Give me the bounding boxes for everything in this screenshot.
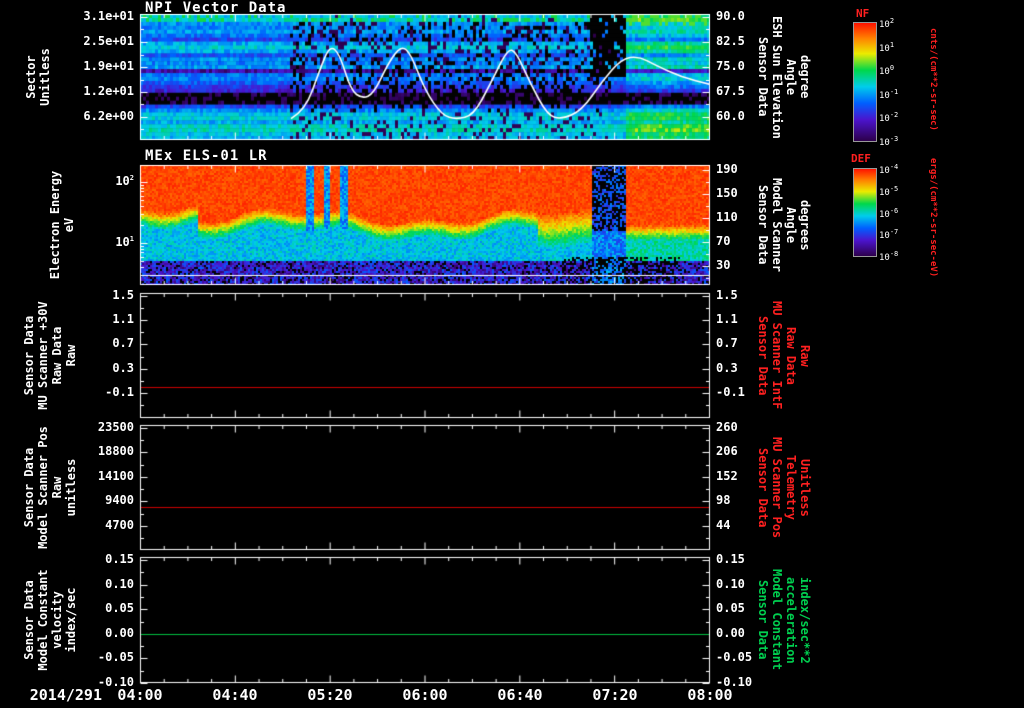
- y-axis-label: Sector Unitless: [24, 48, 52, 106]
- y2-axis-label: Sensor Data ESH Sun Elevation Angle degree: [756, 15, 812, 139]
- y2-tick-label: 0.3: [716, 361, 738, 375]
- y2-tick-label: 98: [716, 493, 731, 507]
- y-tick-label: 0.10: [105, 576, 134, 591]
- y2-axis-label: Sensor Data Model Constant acceleration ind…: [756, 569, 812, 671]
- y2-tick-label: 67.5: [716, 83, 745, 98]
- y-axis-label: Sensor Data MU Scanner +30V Raw Data Raw: [22, 301, 78, 410]
- y2-tick-label: 0.7: [716, 336, 738, 350]
- y2-tick-label: 82.5: [716, 33, 745, 48]
- y-tick-label: 14100: [97, 469, 134, 483]
- y-tick-label: 23500: [97, 420, 134, 434]
- y2-tick-label: 150: [716, 186, 738, 201]
- colorbar-tick-label: 101: [879, 40, 895, 54]
- colorbar-tick-label: 102: [879, 17, 895, 30]
- y2-tick-label: 0.00: [716, 625, 745, 640]
- x-tick-label: 06:00: [402, 686, 448, 704]
- colorbar-tick-label: 10-5: [879, 184, 899, 198]
- y-axis-label: Sensor Data Model Scanner Pos Raw unitless: [22, 426, 78, 549]
- y2-tick-label: 0.10: [716, 576, 745, 591]
- y-tick-label: 1.5: [112, 288, 134, 302]
- y2-tick-label: 0.15: [716, 552, 745, 567]
- y-tick-label: 0.7: [112, 336, 134, 350]
- colorbar-nf-units: cnts/(cm**2-sr-sec): [928, 28, 938, 131]
- colorbar-def: [853, 168, 877, 257]
- y2-tick-label: 90.0: [716, 9, 745, 24]
- y2-tick-label: 0.05: [716, 601, 745, 616]
- y2-tick-label: -0.05: [716, 650, 753, 665]
- y-tick-label: 0.00: [105, 625, 134, 640]
- colorbar-tick-label: 100: [879, 64, 895, 78]
- colorbar-def-title: DEF: [851, 152, 871, 165]
- y-axis-label: Sensor Data Model Constant velocity index/s…: [22, 569, 78, 671]
- y-tick-label: 1.9e+01: [83, 59, 134, 74]
- y2-tick-label: 75.0: [716, 59, 745, 74]
- colorbar-tick-label: 10-1: [879, 87, 899, 101]
- y-tick-label: 3.1e+01: [83, 9, 134, 24]
- y-tick-label: 1.1: [112, 312, 134, 326]
- colorbar-tick-label: 10-4: [879, 163, 899, 176]
- y-tick-label: 0.3: [112, 361, 134, 375]
- y-axis-label: Electron Energy eV: [48, 170, 76, 280]
- colorbar-tick-label: 10-7: [879, 228, 899, 242]
- y-tick-label: 0.05: [105, 601, 134, 616]
- y2-tick-label: 206: [716, 444, 738, 458]
- y2-tick-label: 260: [716, 420, 738, 434]
- x-tick-label: 04:40: [212, 686, 258, 704]
- y-tick-label: 6.2e+00: [83, 108, 134, 123]
- y2-tick-label: 30: [716, 258, 731, 273]
- y2-tick-label: 70: [716, 234, 731, 249]
- y2-tick-label: 60.0: [716, 108, 745, 123]
- colorbar-tick-label: 10-2: [879, 111, 899, 125]
- y-tick-label: -0.1: [105, 385, 134, 399]
- x-tick-label: 07:20: [592, 686, 638, 704]
- y-tick-label: 2.5e+01: [83, 33, 134, 48]
- x-tick-label: 06:40: [497, 686, 543, 704]
- colorbar-nf-title: NF: [856, 7, 870, 20]
- y2-tick-label: 1.1: [716, 312, 738, 326]
- y-tick-label: 9400: [105, 493, 134, 507]
- y2-tick-label: 190: [716, 162, 738, 177]
- y2-tick-label: 44: [716, 518, 731, 532]
- x-tick-label: 04:00: [117, 686, 163, 704]
- y-tick-label: 102: [115, 174, 134, 189]
- y2-tick-label: -0.1: [716, 385, 745, 399]
- y-tick-label: 0.15: [105, 552, 134, 567]
- y-tick-label: -0.05: [97, 650, 134, 665]
- colorbar-tick-label: 10-3: [879, 135, 899, 148]
- y-tick-label: 18800: [97, 444, 134, 458]
- y-tick-label: 1.2e+01: [83, 83, 134, 98]
- y2-axis-label: Sensor Data Model Scanner Angle degrees: [756, 178, 812, 272]
- y2-axis-label: Sensor Data MU Scanner IntF Raw Data Raw: [756, 301, 812, 410]
- y-tick-label: 4700: [105, 518, 134, 532]
- colorbar-nf: [853, 22, 877, 142]
- cdaweb-multipanel-plot: NPI Vector Data MEx ELS-01 LR NF DEF cnt…: [0, 0, 1024, 708]
- panel2-title: MEx ELS-01 LR: [145, 148, 268, 164]
- y2-axis-label: Sensor Data MU Scanner Pos Telemetry Unitle…: [756, 436, 812, 539]
- colorbar-def-units: ergs/(cm**2-sr-sec-eV): [928, 157, 938, 278]
- colorbar-tick-label: 10-8: [879, 250, 899, 263]
- x-tick-label: 05:20: [307, 686, 353, 704]
- y-tick-label: 101: [115, 235, 134, 249]
- x-tick-label: 08:00: [687, 686, 733, 704]
- y2-tick-label: 110: [716, 210, 738, 225]
- y2-tick-label: 152: [716, 469, 738, 483]
- y2-tick-label: 1.5: [716, 288, 738, 302]
- panel1-title: NPI Vector Data: [145, 0, 287, 16]
- colorbar-tick-label: 10-6: [879, 206, 899, 220]
